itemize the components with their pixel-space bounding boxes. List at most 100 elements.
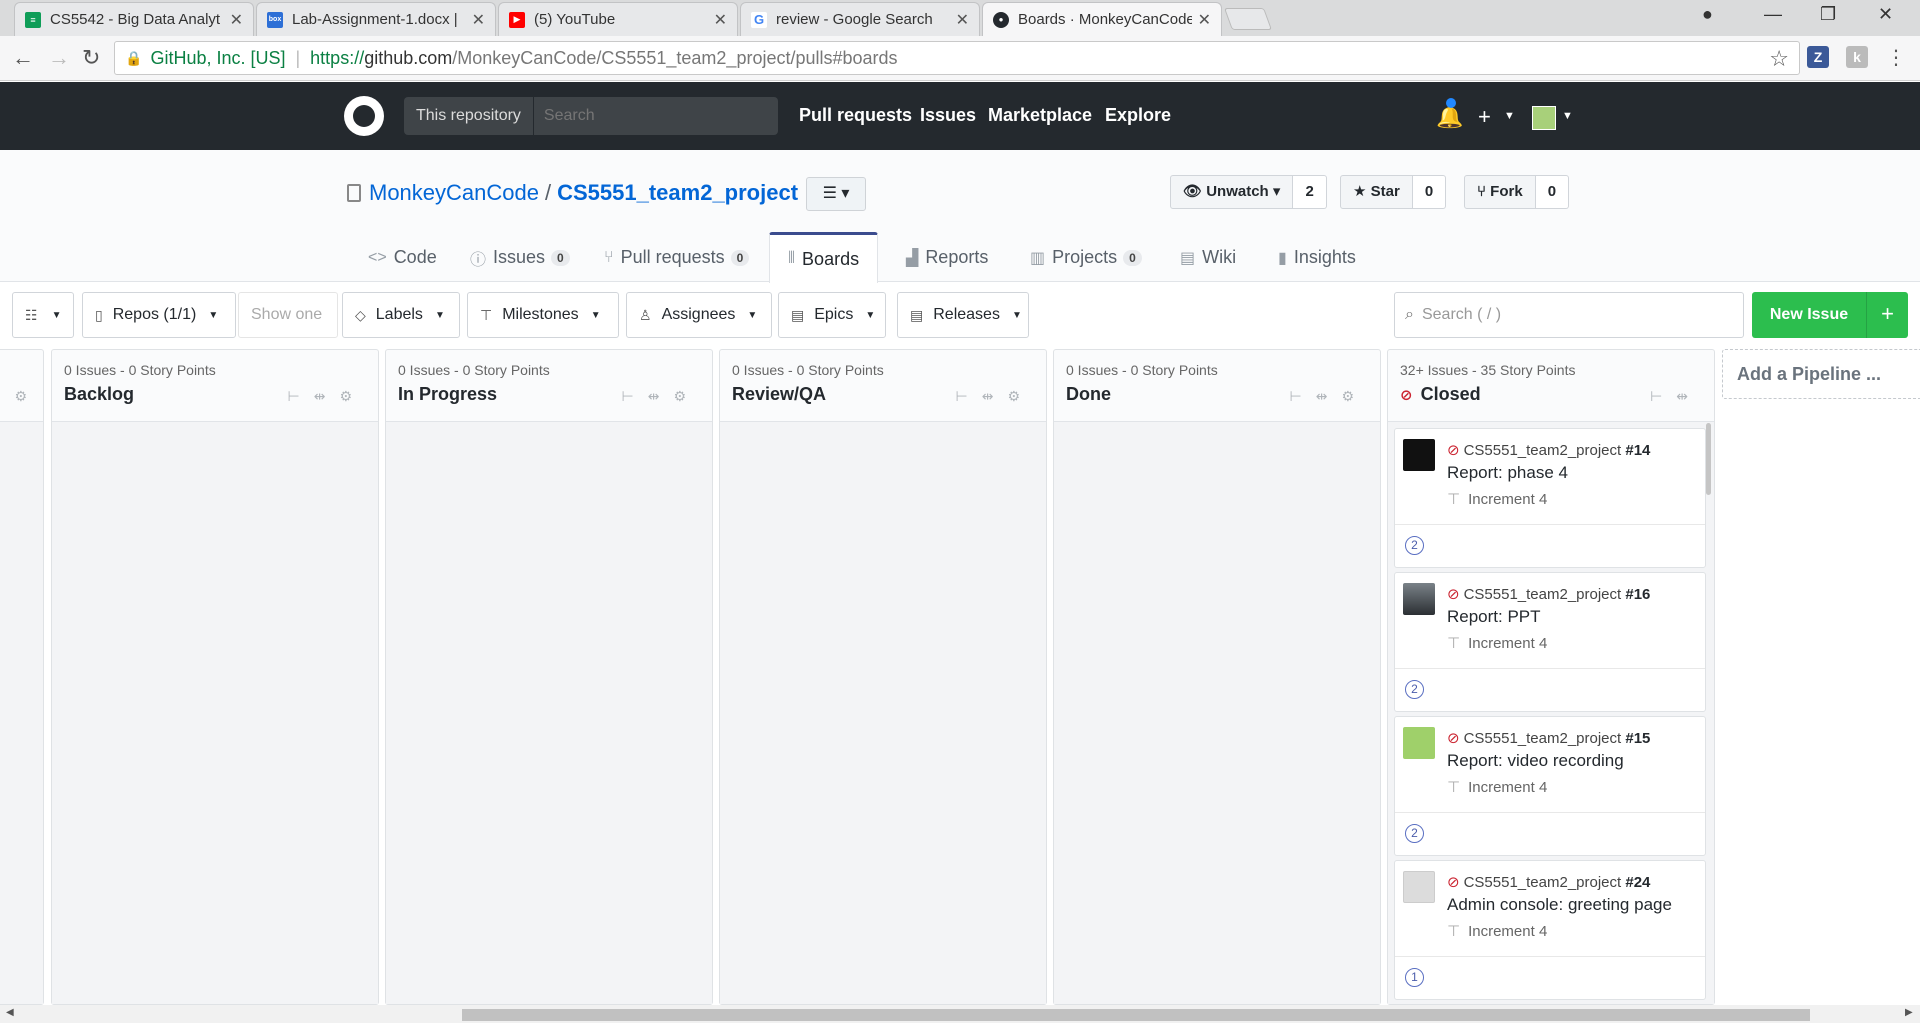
repo-owner-link[interactable]: MonkeyCanCode bbox=[369, 180, 539, 206]
browser-tab-active[interactable]: ● Boards · MonkeyCanCode ✕ bbox=[982, 2, 1222, 36]
menu-kebab-icon[interactable]: ⋮ bbox=[1886, 45, 1906, 70]
tab-pull-requests[interactable]: ⑂ Pull requests 0 bbox=[586, 232, 767, 283]
repo-search: This repository bbox=[404, 97, 778, 135]
release-icon: ▤ bbox=[910, 306, 924, 323]
pipeline-actions-icons[interactable]: ⊢⇹⚙ bbox=[1290, 388, 1368, 405]
browser-tab[interactable]: box Lab-Assignment-1.docx | ✕ bbox=[256, 2, 496, 36]
issue-card[interactable]: ⊘ CS5551_team2_project #14 Report: phase … bbox=[1394, 428, 1706, 568]
star-button[interactable]: ★ Star bbox=[1340, 175, 1413, 209]
restore-icon[interactable]: ❐ bbox=[1820, 4, 1836, 25]
minimize-icon[interactable]: — bbox=[1764, 4, 1782, 25]
close-tab-icon[interactable]: ✕ bbox=[230, 10, 243, 30]
unwatch-button[interactable]: 👁 Unwatch ▾ bbox=[1170, 175, 1294, 209]
new-issue-button[interactable]: New Issue + bbox=[1752, 292, 1908, 338]
chevron-down-icon[interactable]: ▼ bbox=[1562, 110, 1573, 122]
pipeline-header: 0 Issues - 0 Story Points Backlog ⊢⇹⚙ bbox=[52, 350, 378, 422]
issue-title[interactable]: Report: PPT bbox=[1447, 607, 1541, 627]
chevron-down-icon[interactable]: ▼ bbox=[1504, 110, 1515, 122]
nav-marketplace[interactable]: Marketplace bbox=[988, 105, 1092, 126]
issue-title[interactable]: Admin console: greeting page bbox=[1447, 895, 1672, 915]
close-window-icon[interactable]: ✕ bbox=[1878, 4, 1893, 25]
separator: | bbox=[295, 47, 301, 68]
board-settings-button[interactable]: ☷ ▼ bbox=[12, 292, 74, 338]
issue-milestone: ⊤ Increment 4 bbox=[1447, 922, 1547, 940]
tab-projects[interactable]: ▥ Projects 0 bbox=[1012, 232, 1160, 283]
reload-icon[interactable]: ↻ bbox=[82, 45, 100, 71]
pipeline-actions-icons[interactable]: ⊢⇹⚙ bbox=[622, 388, 700, 405]
create-new-plus-icon[interactable]: + bbox=[1478, 104, 1491, 130]
close-tab-icon[interactable]: ✕ bbox=[472, 10, 485, 30]
milestones-filter[interactable]: ⊤ Milestones ▼ bbox=[467, 292, 619, 338]
pipeline-actions-icons[interactable]: ⊢⇹⚙ bbox=[956, 388, 1034, 405]
horizontal-scrollbar[interactable]: ◀ ▶ bbox=[0, 1005, 1920, 1023]
new-tab-button[interactable] bbox=[1223, 8, 1273, 30]
browser-tab[interactable]: ≡ CS5542 - Big Data Analyt ✕ bbox=[14, 2, 254, 36]
back-icon[interactable]: ← bbox=[12, 45, 34, 71]
epics-filter[interactable]: ▤ Epics ▼ bbox=[778, 292, 886, 338]
gear-icon[interactable]: ⚙ bbox=[14, 388, 27, 405]
pipeline-actions-icons[interactable]: ⊢⇹ bbox=[1650, 388, 1702, 405]
nav-explore[interactable]: Explore bbox=[1105, 105, 1171, 126]
labels-filter[interactable]: ◇ Labels ▼ bbox=[342, 292, 460, 338]
fork-count[interactable]: 0 bbox=[1535, 175, 1570, 209]
show-one-button[interactable]: Show one bbox=[238, 292, 338, 338]
url-scheme: https:// bbox=[310, 47, 365, 68]
repo-menu-button[interactable]: ☰ ▾ bbox=[806, 177, 866, 211]
releases-filter[interactable]: ▤ Releases ▼ bbox=[897, 292, 1029, 338]
close-tab-icon[interactable]: ✕ bbox=[956, 10, 969, 30]
browser-tab[interactable]: G review - Google Search ✕ bbox=[740, 2, 980, 36]
tab-label: Code bbox=[393, 247, 437, 267]
pipeline-meta: 0 Issues - 0 Story Points bbox=[1066, 362, 1218, 378]
issue-card[interactable]: ⊘ CS5551_team2_project #15 Report: video … bbox=[1394, 716, 1706, 856]
issue-title[interactable]: Report: video recording bbox=[1447, 751, 1624, 771]
tab-issues[interactable]: ⓘ Issues 0 bbox=[452, 232, 588, 283]
pipeline-title: Backlog bbox=[64, 384, 135, 404]
url-field[interactable]: 🔒 GitHub, Inc. [US] | https://github.com… bbox=[114, 41, 1800, 75]
watch-count[interactable]: 2 bbox=[1293, 175, 1327, 209]
github-header: This repository Pull requests Issues Mar… bbox=[0, 82, 1920, 150]
pipeline-actions-icons[interactable]: ⊢⇹⚙ bbox=[288, 388, 366, 405]
github-logo-icon[interactable] bbox=[344, 96, 384, 136]
add-pipeline-button[interactable]: Add a Pipeline ... bbox=[1722, 349, 1920, 399]
fork-button[interactable]: ⑂ Fork bbox=[1464, 175, 1536, 209]
scrollbar-thumb[interactable] bbox=[462, 1009, 1810, 1021]
issue-number: #14 bbox=[1625, 442, 1651, 459]
issue-icon: ⓘ bbox=[470, 251, 487, 269]
reports-icon: ▟ bbox=[906, 249, 919, 267]
plus-icon[interactable]: + bbox=[1866, 292, 1908, 338]
card-footer: 2 bbox=[1395, 669, 1705, 711]
pipeline-scrollbar[interactable] bbox=[1706, 423, 1711, 495]
scroll-left-icon[interactable]: ◀ bbox=[6, 1007, 14, 1018]
tab-reports[interactable]: ▟ Reports bbox=[888, 232, 1006, 283]
issue-title[interactable]: Report: phase 4 bbox=[1447, 463, 1568, 483]
close-tab-icon[interactable]: ✕ bbox=[1198, 10, 1211, 30]
pipeline-title: Closed bbox=[1420, 384, 1481, 404]
board-search-input[interactable]: ⌕ Search ( / ) bbox=[1394, 292, 1744, 338]
header-search-input[interactable] bbox=[533, 97, 778, 135]
labels-label: Labels bbox=[375, 306, 423, 323]
insights-icon: ▮ bbox=[1278, 249, 1287, 267]
nav-pull-requests[interactable]: Pull requests bbox=[799, 105, 912, 126]
nav-issues[interactable]: Issues bbox=[920, 105, 976, 126]
tab-insights[interactable]: ▮ Insights bbox=[1260, 232, 1374, 283]
user-avatar[interactable] bbox=[1532, 106, 1556, 130]
close-tab-icon[interactable]: ✕ bbox=[714, 10, 727, 30]
tab-boards[interactable]: ⦀ Boards bbox=[769, 232, 879, 283]
bookmark-star-icon[interactable]: ☆ bbox=[1769, 46, 1789, 72]
pipeline-partial: ⚙ bbox=[0, 349, 44, 1005]
tab-wiki[interactable]: ▤ Wiki bbox=[1162, 232, 1254, 283]
scroll-right-icon[interactable]: ▶ bbox=[1905, 1007, 1913, 1018]
assignees-filter[interactable]: ♙ Assignees ▼ bbox=[626, 292, 772, 338]
extension-icon[interactable]: k bbox=[1846, 46, 1868, 68]
star-count[interactable]: 0 bbox=[1412, 175, 1447, 209]
browser-tab[interactable]: ▶ (5) YouTube ✕ bbox=[498, 2, 738, 36]
forward-icon[interactable]: → bbox=[48, 45, 70, 71]
tab-code[interactable]: <> Code bbox=[350, 232, 455, 283]
milestone-icon: ⊤ bbox=[1447, 923, 1461, 940]
issue-card[interactable]: ⊘ CS5551_team2_project #24 Admin console:… bbox=[1394, 860, 1706, 1000]
repos-filter[interactable]: ▯ Repos (1/1) ▼ bbox=[82, 292, 236, 338]
zotero-extension-icon[interactable]: Z bbox=[1807, 46, 1829, 68]
profile-icon[interactable]: ● bbox=[1702, 4, 1713, 25]
issue-card[interactable]: ⊘ CS5551_team2_project #16 Report: PPT ⊤ I… bbox=[1394, 572, 1706, 712]
repo-name-link[interactable]: CS5551_team2_project bbox=[557, 180, 798, 206]
